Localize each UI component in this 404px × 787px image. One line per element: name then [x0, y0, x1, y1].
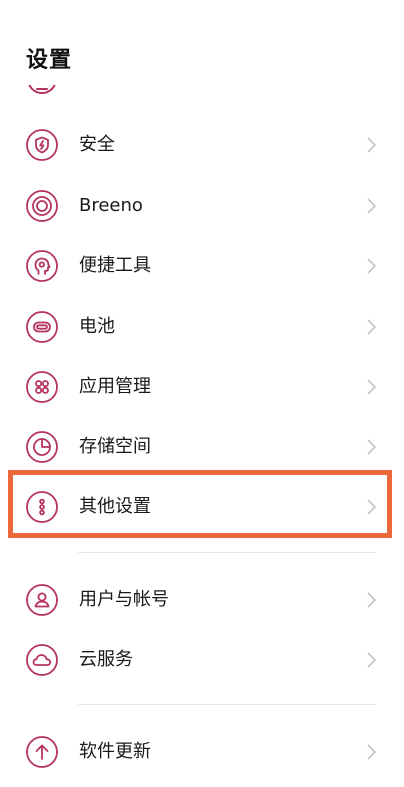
chevron-right-icon [364, 591, 378, 609]
breeno-circle-icon [26, 190, 58, 222]
settings-item-user-account[interactable]: 用户与帐号 [0, 569, 404, 629]
settings-item-label: 应用管理 [79, 376, 151, 397]
settings-item-label: 电池 [79, 316, 115, 337]
storage-pie-icon [26, 431, 58, 463]
section-divider [78, 704, 376, 705]
settings-item-convenience-tools[interactable]: 便捷工具 [0, 235, 404, 295]
settings-item-label: 安全 [79, 134, 115, 155]
settings-item-storage[interactable]: 存储空间 [0, 416, 404, 476]
battery-icon [26, 311, 58, 343]
settings-item-label: 便捷工具 [79, 255, 151, 276]
shield-lightning-icon [26, 129, 58, 161]
settings-item-label: Breeno [79, 195, 143, 216]
settings-item-label: 存储空间 [79, 436, 151, 457]
settings-item-label: 软件更新 [79, 741, 151, 762]
chevron-right-icon [364, 197, 378, 215]
chevron-right-icon [364, 651, 378, 669]
chevron-right-icon [364, 257, 378, 275]
section-divider [78, 552, 376, 553]
page-title: 设置 [26, 48, 73, 73]
settings-item-software-update[interactable]: 软件更新 [0, 721, 404, 781]
settings-item-breeno[interactable]: Breeno [0, 175, 404, 235]
settings-item-label: 云服务 [79, 649, 133, 670]
cloud-icon [26, 644, 58, 676]
chevron-right-icon [364, 136, 378, 154]
chevron-right-icon [364, 743, 378, 761]
settings-item-label: 其他设置 [79, 496, 151, 517]
app-grid-icon [26, 371, 58, 403]
chevron-right-icon [364, 378, 378, 396]
chevron-right-icon [364, 438, 378, 456]
settings-item-security[interactable]: 安全 [0, 114, 404, 174]
settings-item-other-settings[interactable]: 其他设置 [0, 476, 404, 536]
settings-screen: 设置 安全 Breeno 便捷工具 电池 应用管理 存储空间 其他设置 用户与帐… [0, 0, 404, 787]
settings-item-label: 用户与帐号 [79, 589, 169, 610]
more-dots-icon [26, 491, 58, 523]
head-gear-icon [26, 250, 58, 282]
user-account-icon [26, 584, 58, 616]
settings-item-cloud-service[interactable]: 云服务 [0, 629, 404, 689]
chevron-right-icon [364, 498, 378, 516]
settings-item-battery[interactable]: 电池 [0, 296, 404, 356]
settings-item-app-management[interactable]: 应用管理 [0, 356, 404, 416]
chevron-right-icon [364, 318, 378, 336]
update-arrow-icon [26, 736, 58, 768]
